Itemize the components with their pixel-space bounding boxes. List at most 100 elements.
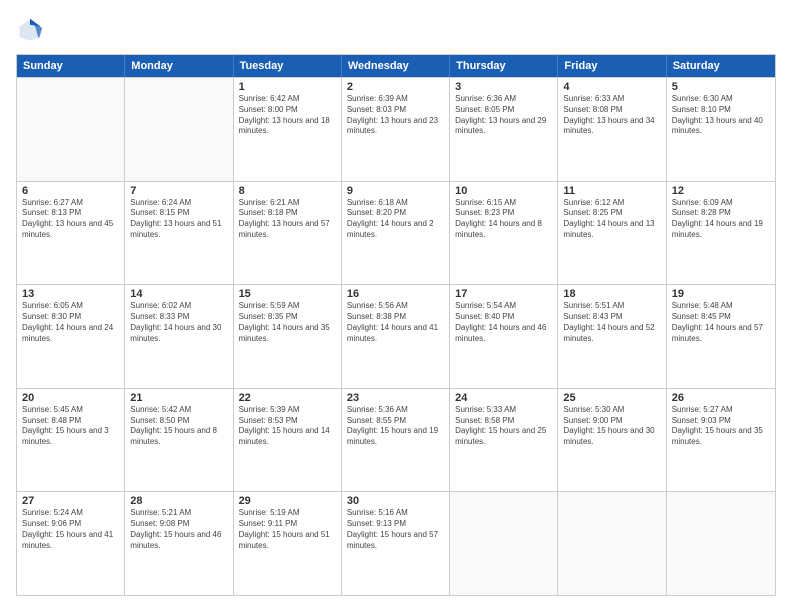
calendar-day-12: 12Sunrise: 6:09 AM Sunset: 8:28 PM Dayli… [667,182,775,285]
day-number: 27 [22,495,119,507]
calendar-day-2: 2Sunrise: 6:39 AM Sunset: 8:03 PM Daylig… [342,78,450,181]
calendar-week-2: 6Sunrise: 6:27 AM Sunset: 8:13 PM Daylig… [17,181,775,285]
calendar-header-monday: Monday [125,55,233,77]
day-info: Sunrise: 5:51 AM Sunset: 8:43 PM Dayligh… [563,301,660,344]
day-number: 10 [455,185,552,197]
calendar-header-tuesday: Tuesday [234,55,342,77]
day-number: 14 [130,288,227,300]
calendar-day-26: 26Sunrise: 5:27 AM Sunset: 9:03 PM Dayli… [667,389,775,492]
calendar-day-30: 30Sunrise: 5:16 AM Sunset: 9:13 PM Dayli… [342,492,450,595]
calendar-day-4: 4Sunrise: 6:33 AM Sunset: 8:08 PM Daylig… [558,78,666,181]
calendar-empty-cell [667,492,775,595]
day-info: Sunrise: 6:33 AM Sunset: 8:08 PM Dayligh… [563,94,660,137]
day-info: Sunrise: 6:30 AM Sunset: 8:10 PM Dayligh… [672,94,770,137]
calendar-day-5: 5Sunrise: 6:30 AM Sunset: 8:10 PM Daylig… [667,78,775,181]
calendar-header-sunday: Sunday [17,55,125,77]
calendar-header-wednesday: Wednesday [342,55,450,77]
calendar-day-10: 10Sunrise: 6:15 AM Sunset: 8:23 PM Dayli… [450,182,558,285]
day-info: Sunrise: 6:15 AM Sunset: 8:23 PM Dayligh… [455,198,552,241]
calendar-day-6: 6Sunrise: 6:27 AM Sunset: 8:13 PM Daylig… [17,182,125,285]
day-number: 3 [455,81,552,93]
day-info: Sunrise: 6:39 AM Sunset: 8:03 PM Dayligh… [347,94,444,137]
calendar: SundayMondayTuesdayWednesdayThursdayFrid… [16,54,776,596]
calendar-header-friday: Friday [558,55,666,77]
day-number: 22 [239,392,336,404]
day-number: 6 [22,185,119,197]
calendar-week-3: 13Sunrise: 6:05 AM Sunset: 8:30 PM Dayli… [17,284,775,388]
day-info: Sunrise: 5:33 AM Sunset: 8:58 PM Dayligh… [455,405,552,448]
day-info: Sunrise: 5:45 AM Sunset: 8:48 PM Dayligh… [22,405,119,448]
day-number: 5 [672,81,770,93]
calendar-day-17: 17Sunrise: 5:54 AM Sunset: 8:40 PM Dayli… [450,285,558,388]
logo [16,16,48,44]
day-info: Sunrise: 6:12 AM Sunset: 8:25 PM Dayligh… [563,198,660,241]
day-info: Sunrise: 6:24 AM Sunset: 8:15 PM Dayligh… [130,198,227,241]
day-number: 7 [130,185,227,197]
day-number: 21 [130,392,227,404]
calendar-day-23: 23Sunrise: 5:36 AM Sunset: 8:55 PM Dayli… [342,389,450,492]
calendar-day-7: 7Sunrise: 6:24 AM Sunset: 8:15 PM Daylig… [125,182,233,285]
calendar-day-1: 1Sunrise: 6:42 AM Sunset: 8:00 PM Daylig… [234,78,342,181]
day-info: Sunrise: 6:18 AM Sunset: 8:20 PM Dayligh… [347,198,444,241]
calendar-week-5: 27Sunrise: 5:24 AM Sunset: 9:06 PM Dayli… [17,491,775,595]
calendar-day-11: 11Sunrise: 6:12 AM Sunset: 8:25 PM Dayli… [558,182,666,285]
day-info: Sunrise: 5:24 AM Sunset: 9:06 PM Dayligh… [22,508,119,551]
calendar-day-20: 20Sunrise: 5:45 AM Sunset: 8:48 PM Dayli… [17,389,125,492]
day-number: 16 [347,288,444,300]
day-number: 30 [347,495,444,507]
day-info: Sunrise: 5:42 AM Sunset: 8:50 PM Dayligh… [130,405,227,448]
day-number: 28 [130,495,227,507]
day-info: Sunrise: 5:59 AM Sunset: 8:35 PM Dayligh… [239,301,336,344]
calendar-empty-cell [125,78,233,181]
calendar-week-4: 20Sunrise: 5:45 AM Sunset: 8:48 PM Dayli… [17,388,775,492]
day-number: 29 [239,495,336,507]
day-number: 8 [239,185,336,197]
day-info: Sunrise: 6:27 AM Sunset: 8:13 PM Dayligh… [22,198,119,241]
day-info: Sunrise: 6:36 AM Sunset: 8:05 PM Dayligh… [455,94,552,137]
calendar-header: SundayMondayTuesdayWednesdayThursdayFrid… [17,55,775,77]
calendar-week-1: 1Sunrise: 6:42 AM Sunset: 8:00 PM Daylig… [17,77,775,181]
day-info: Sunrise: 5:54 AM Sunset: 8:40 PM Dayligh… [455,301,552,344]
day-number: 24 [455,392,552,404]
calendar-day-19: 19Sunrise: 5:48 AM Sunset: 8:45 PM Dayli… [667,285,775,388]
day-info: Sunrise: 5:19 AM Sunset: 9:11 PM Dayligh… [239,508,336,551]
calendar-day-14: 14Sunrise: 6:02 AM Sunset: 8:33 PM Dayli… [125,285,233,388]
day-number: 11 [563,185,660,197]
day-number: 12 [672,185,770,197]
day-info: Sunrise: 5:36 AM Sunset: 8:55 PM Dayligh… [347,405,444,448]
day-number: 23 [347,392,444,404]
day-number: 15 [239,288,336,300]
day-number: 1 [239,81,336,93]
day-number: 13 [22,288,119,300]
day-info: Sunrise: 5:56 AM Sunset: 8:38 PM Dayligh… [347,301,444,344]
day-info: Sunrise: 6:42 AM Sunset: 8:00 PM Dayligh… [239,94,336,137]
calendar-day-8: 8Sunrise: 6:21 AM Sunset: 8:18 PM Daylig… [234,182,342,285]
calendar-day-24: 24Sunrise: 5:33 AM Sunset: 8:58 PM Dayli… [450,389,558,492]
calendar-day-21: 21Sunrise: 5:42 AM Sunset: 8:50 PM Dayli… [125,389,233,492]
day-number: 18 [563,288,660,300]
day-number: 26 [672,392,770,404]
calendar-day-27: 27Sunrise: 5:24 AM Sunset: 9:06 PM Dayli… [17,492,125,595]
day-number: 20 [22,392,119,404]
day-number: 17 [455,288,552,300]
calendar-empty-cell [558,492,666,595]
calendar-day-22: 22Sunrise: 5:39 AM Sunset: 8:53 PM Dayli… [234,389,342,492]
day-info: Sunrise: 6:21 AM Sunset: 8:18 PM Dayligh… [239,198,336,241]
calendar-day-9: 9Sunrise: 6:18 AM Sunset: 8:20 PM Daylig… [342,182,450,285]
calendar-day-13: 13Sunrise: 6:05 AM Sunset: 8:30 PM Dayli… [17,285,125,388]
calendar-body: 1Sunrise: 6:42 AM Sunset: 8:00 PM Daylig… [17,77,775,595]
day-number: 19 [672,288,770,300]
logo-icon [16,16,44,44]
calendar-day-15: 15Sunrise: 5:59 AM Sunset: 8:35 PM Dayli… [234,285,342,388]
day-number: 2 [347,81,444,93]
calendar-day-18: 18Sunrise: 5:51 AM Sunset: 8:43 PM Dayli… [558,285,666,388]
day-info: Sunrise: 5:30 AM Sunset: 9:00 PM Dayligh… [563,405,660,448]
day-info: Sunrise: 6:09 AM Sunset: 8:28 PM Dayligh… [672,198,770,241]
calendar-day-16: 16Sunrise: 5:56 AM Sunset: 8:38 PM Dayli… [342,285,450,388]
calendar-empty-cell [450,492,558,595]
calendar-day-29: 29Sunrise: 5:19 AM Sunset: 9:11 PM Dayli… [234,492,342,595]
calendar-day-3: 3Sunrise: 6:36 AM Sunset: 8:05 PM Daylig… [450,78,558,181]
calendar-day-25: 25Sunrise: 5:30 AM Sunset: 9:00 PM Dayli… [558,389,666,492]
calendar-header-thursday: Thursday [450,55,558,77]
day-info: Sunrise: 5:39 AM Sunset: 8:53 PM Dayligh… [239,405,336,448]
